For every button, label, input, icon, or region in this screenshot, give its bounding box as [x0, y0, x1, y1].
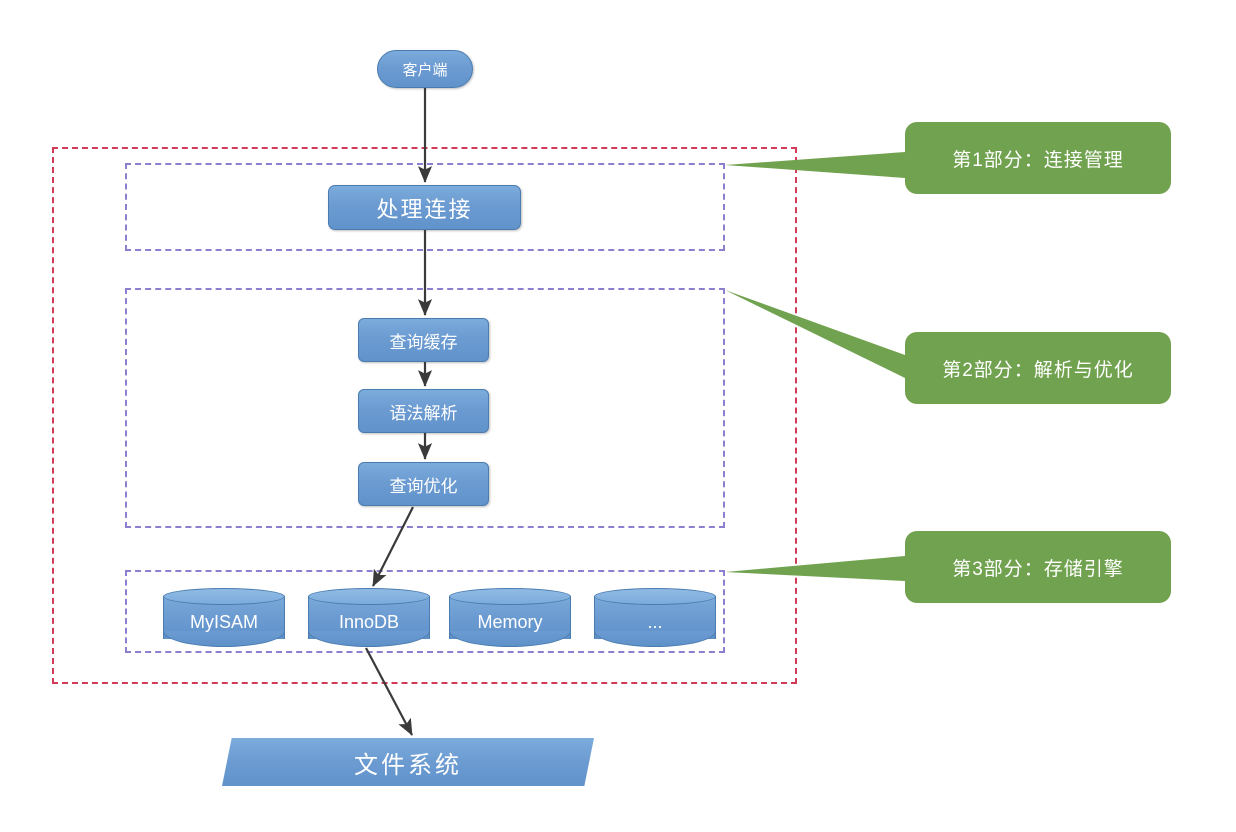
- storage-engine-label: ...: [647, 611, 663, 632]
- storage-engine-myisam[interactable]: MyISAM: [163, 588, 285, 647]
- node-syntax-parse[interactable]: 语法解析: [358, 389, 489, 433]
- node-client[interactable]: 客户端: [377, 50, 473, 88]
- storage-engine-label: Memory: [477, 611, 543, 632]
- node-file-system-label: 文件系统: [354, 751, 462, 779]
- callout-part-3: 第3部分：存储引擎: [905, 531, 1171, 603]
- node-query-optimize[interactable]: 查询优化: [358, 462, 489, 506]
- node-handle-connection-label: 处理连接: [376, 196, 473, 222]
- callout-part-2: 第2部分：解析与优化: [905, 332, 1171, 404]
- callout-part-1-label: 第1部分：连接管理: [952, 149, 1124, 171]
- node-query-cache[interactable]: 查询缓存: [358, 318, 489, 362]
- node-client-label: 客户端: [402, 61, 448, 79]
- callout-part-3-label: 第3部分：存储引擎: [952, 558, 1124, 580]
- storage-engine-label: MyISAM: [189, 611, 258, 632]
- node-file-system[interactable]: 文件系统: [222, 738, 594, 786]
- diagram-canvas: 客户端 处理连接 查询缓存 语法解析 查询优化 MyISAM InnoDB Me…: [0, 0, 1236, 832]
- storage-engine-more[interactable]: ...: [594, 588, 716, 647]
- callout-part-2-label: 第2部分：解析与优化: [942, 359, 1134, 381]
- storage-engine-innodb[interactable]: InnoDB: [308, 588, 430, 647]
- node-query-optimize-label: 查询优化: [389, 476, 458, 496]
- storage-engine-label: InnoDB: [338, 611, 400, 632]
- node-query-cache-label: 查询缓存: [389, 332, 458, 352]
- callout-part-1: 第1部分：连接管理: [905, 122, 1171, 194]
- node-handle-connection[interactable]: 处理连接: [328, 185, 521, 230]
- node-syntax-parse-label: 语法解析: [389, 403, 458, 423]
- storage-engine-memory[interactable]: Memory: [449, 588, 571, 647]
